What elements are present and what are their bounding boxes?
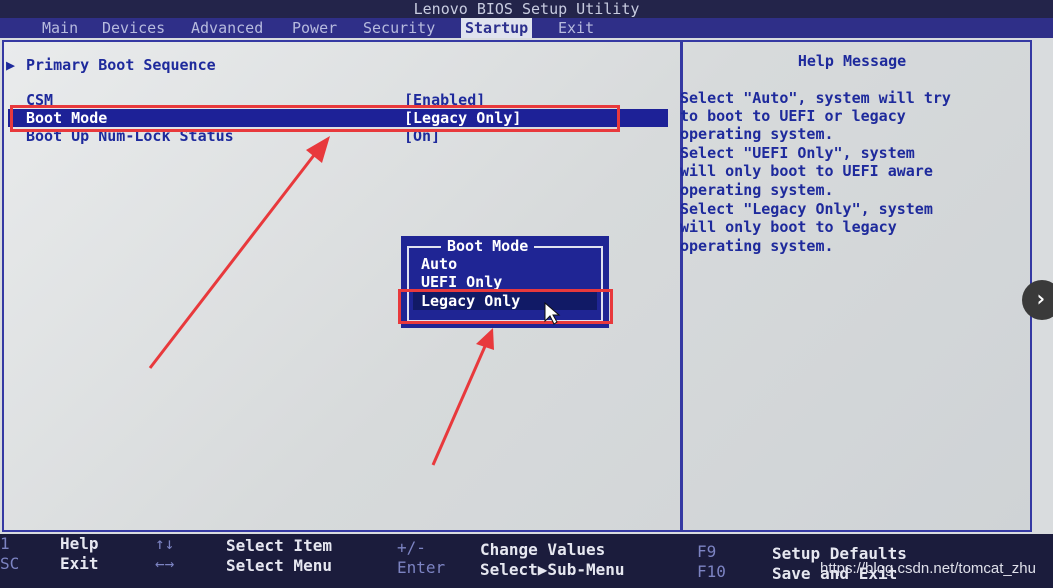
key-plus-minus: +/- <box>397 538 426 557</box>
help-line: operating system. <box>680 181 834 199</box>
help-line: will only boot to legacy <box>680 218 897 236</box>
annotation-box-legacy-only <box>398 289 613 324</box>
key-left-right: ←→ <box>155 554 175 573</box>
key-help-label: Help <box>60 534 99 553</box>
popup-option-auto[interactable]: Auto <box>421 255 457 273</box>
annotation-box-boot-mode <box>10 105 620 132</box>
tab-power[interactable]: Power <box>288 18 341 38</box>
key-up-down: ↑↓ <box>155 534 175 553</box>
tab-startup[interactable]: Startup <box>461 18 533 38</box>
popup-title: Boot Mode <box>441 236 535 256</box>
tab-devices[interactable]: Devices <box>98 18 169 38</box>
help-line: operating system. <box>680 237 834 255</box>
help-line: Select "UEFI Only", system <box>680 144 915 162</box>
key-help-label: Select Item <box>226 536 332 555</box>
submenu-arrow-icon: ▶ <box>6 56 16 74</box>
help-divider <box>679 40 1026 42</box>
tab-bar: Main Devices Advanced Power Security Sta… <box>0 18 1053 38</box>
help-line: will only boot to UEFI aware <box>680 162 933 180</box>
title-bar: Lenovo BIOS Setup Utility <box>0 0 1053 18</box>
tab-advanced[interactable]: Advanced <box>187 18 267 38</box>
help-title: Help Message <box>797 52 907 70</box>
key-help-label: Change Values <box>480 540 606 559</box>
window-title: Lenovo BIOS Setup Utility <box>413 0 640 18</box>
watermark-text: https://blog.csdn.net/tomcat_zhu <box>820 560 1036 577</box>
section-primary-boot-sequence[interactable]: ▶ Primary Boot Sequence <box>6 56 216 74</box>
help-line: operating system. <box>680 125 834 143</box>
tab-exit[interactable]: Exit <box>554 18 598 38</box>
section-header-label: Primary Boot Sequence <box>26 56 216 74</box>
help-line: Select "Legacy Only", system <box>680 200 933 218</box>
key-help-label: Select Menu <box>226 556 332 575</box>
key-esc: SC <box>0 554 20 573</box>
key-enter: Enter <box>397 558 446 577</box>
help-line: Select "Auto", system will try <box>680 89 951 107</box>
tab-main[interactable]: Main <box>38 18 82 38</box>
key-f10: F10 <box>697 562 726 581</box>
key-help-label: Select▶Sub-Menu <box>480 560 625 579</box>
help-line: to boot to UEFI or legacy <box>680 107 906 125</box>
key-help-label: Exit <box>60 554 99 573</box>
key-f9: F9 <box>697 542 717 561</box>
tab-security[interactable]: Security <box>359 18 439 38</box>
key-help-f1: 1 <box>0 534 10 553</box>
